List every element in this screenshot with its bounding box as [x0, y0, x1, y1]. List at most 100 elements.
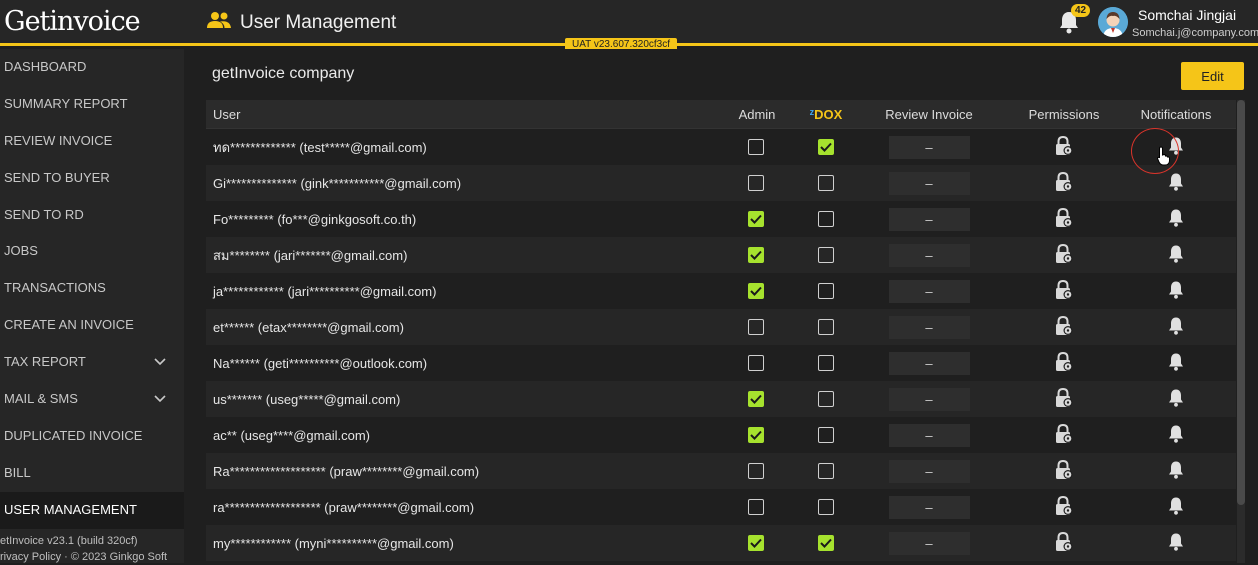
sidebar-item-send-to-buyer[interactable]: SEND TO BUYER — [0, 160, 184, 197]
zdox-cell — [806, 355, 846, 371]
app-logo[interactable]: Getinvoice — [4, 6, 141, 37]
notifications-cell — [1116, 208, 1236, 230]
table-row: my************ (myni**********@gmail.com… — [206, 525, 1236, 561]
review-invoice-select[interactable]: – — [888, 171, 970, 195]
admin-checkbox[interactable] — [748, 463, 764, 479]
review-invoice-select[interactable]: – — [888, 243, 970, 267]
zdox-checkbox[interactable] — [818, 499, 834, 515]
zdox-checkbox[interactable] — [818, 175, 834, 191]
sidebar-item-transactions[interactable]: TRANSACTIONS — [0, 270, 184, 307]
admin-checkbox[interactable] — [748, 283, 764, 299]
sidebar-item-tax-report[interactable]: TAX REPORT — [0, 344, 184, 381]
permission-lock-icon[interactable] — [1055, 279, 1073, 303]
column-header-review-invoice: Review Invoice — [885, 106, 973, 122]
sidebar-item-summary-report[interactable]: SUMMARY REPORT — [0, 86, 184, 123]
admin-checkbox[interactable] — [748, 175, 764, 191]
zdox-cell — [806, 211, 846, 227]
admin-checkbox[interactable] — [748, 535, 764, 551]
zdox-checkbox[interactable] — [818, 427, 834, 443]
table-header: User Admin z DOX Review Invoice Permissio… — [206, 100, 1236, 129]
hand-cursor-icon — [1156, 146, 1172, 169]
admin-checkbox[interactable] — [748, 355, 764, 371]
sidebar-item-dashboard[interactable]: DASHBOARD — [0, 49, 184, 86]
notification-bell-icon[interactable] — [1168, 316, 1184, 338]
notification-bell-icon[interactable] — [1168, 424, 1184, 446]
admin-checkbox[interactable] — [748, 391, 764, 407]
user-name[interactable]: Somchai Jingjai — [1138, 7, 1236, 23]
zdox-checkbox[interactable] — [818, 355, 834, 371]
notifications-cell — [1116, 352, 1236, 374]
notification-bell-icon[interactable] — [1168, 280, 1184, 302]
review-invoice-select[interactable]: – — [888, 315, 970, 339]
permission-lock-icon[interactable] — [1055, 135, 1073, 159]
zdox-checkbox[interactable] — [818, 319, 834, 335]
admin-checkbox[interactable] — [748, 211, 764, 227]
permission-lock-icon[interactable] — [1055, 423, 1073, 447]
review-invoice-select[interactable]: – — [888, 531, 970, 555]
admin-checkbox[interactable] — [748, 427, 764, 443]
notification-bell-icon[interactable] — [1168, 352, 1184, 374]
sidebar-item-jobs[interactable]: JOBS — [0, 233, 184, 270]
permission-lock-icon[interactable] — [1055, 495, 1073, 519]
review-invoice-select[interactable]: – — [888, 423, 970, 447]
admin-checkbox[interactable] — [748, 499, 764, 515]
admin-cell — [706, 355, 806, 371]
review-invoice-select[interactable]: – — [888, 459, 970, 483]
admin-checkbox[interactable] — [748, 247, 764, 263]
sidebar-item-user-management[interactable]: USER MANAGEMENT — [0, 491, 184, 529]
permission-lock-icon[interactable] — [1055, 315, 1073, 339]
admin-checkbox[interactable] — [748, 319, 764, 335]
zdox-checkbox[interactable] — [818, 283, 834, 299]
sidebar-item-review-invoice[interactable]: REVIEW INVOICE — [0, 123, 184, 160]
review-invoice-cell: – — [846, 423, 1012, 447]
review-invoice-select[interactable]: – — [888, 351, 970, 375]
permission-lock-icon[interactable] — [1055, 459, 1073, 483]
sidebar-item-bill[interactable]: BILL — [0, 455, 184, 492]
sidebar-item-create-invoice[interactable]: CREATE AN INVOICE — [0, 307, 184, 344]
permissions-cell — [1012, 171, 1116, 195]
zdox-checkbox[interactable] — [818, 211, 834, 227]
permission-lock-icon[interactable] — [1055, 531, 1073, 555]
sidebar-item-duplicated-invoice[interactable]: DUPLICATED INVOICE — [0, 418, 184, 455]
column-header-zdox: z DOX — [806, 107, 846, 122]
user-email: Somchai.j@company.com — [1132, 27, 1258, 39]
permissions-cell — [1012, 531, 1116, 555]
zdox-checkbox[interactable] — [818, 391, 834, 407]
review-invoice-select[interactable]: – — [888, 495, 970, 519]
notification-bell-icon[interactable] — [1168, 208, 1184, 230]
avatar[interactable] — [1098, 7, 1128, 37]
permission-lock-icon[interactable] — [1055, 351, 1073, 375]
review-invoice-select[interactable]: – — [888, 135, 970, 159]
zdox-checkbox[interactable] — [818, 139, 834, 155]
sidebar-item-label: JOBS — [4, 243, 38, 259]
admin-cell — [706, 283, 806, 299]
zdox-checkbox[interactable] — [818, 247, 834, 263]
scrollbar-thumb[interactable] — [1237, 100, 1245, 505]
zdox-checkbox[interactable] — [818, 535, 834, 551]
permission-lock-icon[interactable] — [1055, 243, 1073, 267]
zdox-checkbox[interactable] — [818, 463, 834, 479]
edit-button[interactable]: Edit — [1181, 62, 1244, 90]
sidebar-item-mail-sms[interactable]: MAIL & SMS — [0, 381, 184, 418]
admin-cell — [706, 535, 806, 551]
sidebar-item-label: SUMMARY REPORT — [4, 95, 128, 111]
review-invoice-select[interactable]: – — [888, 387, 970, 411]
notification-bell-icon[interactable] — [1168, 496, 1184, 518]
notification-bell-icon[interactable] — [1168, 532, 1184, 554]
permission-lock-icon[interactable] — [1055, 171, 1073, 195]
admin-checkbox[interactable] — [748, 139, 764, 155]
review-invoice-select[interactable]: – — [888, 279, 970, 303]
permission-lock-icon[interactable] — [1055, 207, 1073, 231]
table-row: Na****** (geti**********@outlook.com) – — [206, 345, 1236, 381]
zdox-cell — [806, 283, 846, 299]
review-invoice-select[interactable]: – — [888, 207, 970, 231]
notification-bell-icon[interactable] — [1168, 388, 1184, 410]
permissions-cell — [1012, 495, 1116, 519]
permission-lock-icon[interactable] — [1055, 387, 1073, 411]
review-invoice-cell: – — [846, 387, 1012, 411]
sidebar-footer: etInvoice v23.1 (build 320cf) rivacy Pol… — [0, 533, 167, 565]
notification-bell-icon[interactable] — [1168, 172, 1184, 194]
sidebar-item-send-to-rd[interactable]: SEND TO RD — [0, 197, 184, 234]
notification-bell-icon[interactable] — [1168, 460, 1184, 482]
notification-bell-icon[interactable] — [1168, 244, 1184, 266]
